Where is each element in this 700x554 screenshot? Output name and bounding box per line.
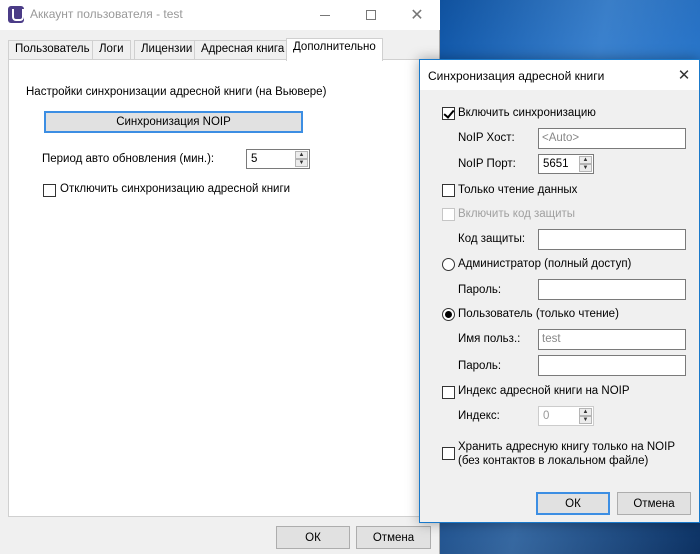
dialog-close-button[interactable]: ✕ [669,60,699,90]
code-input[interactable] [538,229,686,250]
spin-up-icon[interactable]: ▲ [579,156,592,164]
user-label: Пользователь (только чтение) [458,308,619,320]
close-icon: ✕ [677,67,691,84]
maximize-button[interactable] [348,0,394,30]
period-label: Период авто обновления (мин.): [42,153,215,165]
admin-password-input[interactable] [538,279,686,300]
enable-sync-checkbox[interactable] [442,107,455,120]
username-value: test [542,333,561,345]
close-button[interactable]: ✕ [394,0,440,30]
noip-host-placeholder: <Auto> [542,132,580,144]
user-password-input[interactable] [538,355,686,376]
minimize-button[interactable] [302,0,348,30]
disable-sync-checkbox[interactable] [43,184,56,197]
spin-down-icon[interactable]: ▼ [579,164,592,172]
noip-port-value: 5651 [543,158,569,170]
noip-host-input[interactable]: <Auto> [538,128,686,149]
store-only-noip-checkbox[interactable] [442,447,455,460]
dialog-ok-button[interactable]: ОК [536,492,610,515]
enable-code-label: Включить код защиты [458,208,576,220]
period-value: 5 [251,153,258,165]
cancel-button[interactable]: Отмена [356,526,431,549]
spin-down-icon[interactable]: ▼ [295,159,308,167]
noip-host-label: NoIP Хост: [458,132,515,144]
close-icon: ✕ [410,7,424,24]
store-only-label-line1: Хранить адресную книгу только на NOIP [458,441,675,453]
sync-settings-dialog: Синхронизация адресной книги ✕ Включить … [419,59,700,523]
dialog-cancel-button[interactable]: Отмена [617,492,691,515]
titlebar: Аккаунт пользователя - test ✕ [0,0,440,30]
noip-port-label: NoIP Порт: [458,158,516,170]
user-password-label: Пароль: [458,360,502,372]
readonly-label: Только чтение данных [458,184,578,196]
window-title: Аккаунт пользователя - test [30,7,183,21]
spin-down-icon[interactable]: ▼ [579,416,592,424]
tab-user[interactable]: Пользователь [8,40,97,60]
tab-logs[interactable]: Логи [92,40,131,60]
index-spinbox[interactable]: 0 ▲ ▼ [538,406,594,426]
code-label: Код защиты: [458,233,526,245]
username-label: Имя польз.: [458,333,521,345]
enable-code-checkbox[interactable] [442,208,455,221]
spin-up-icon[interactable]: ▲ [579,408,592,416]
index-label: Индекс: [458,410,500,422]
admin-label: Администратор (полный доступ) [458,258,632,270]
maximize-icon [366,10,376,20]
ok-button[interactable]: ОК [276,526,350,549]
readonly-checkbox[interactable] [442,184,455,197]
period-spinbox[interactable]: 5 ▲ ▼ [246,149,310,169]
admin-radio[interactable] [442,258,455,271]
user-account-window: Аккаунт пользователя - test ✕ Пользовате… [0,0,440,554]
index-on-noip-checkbox[interactable] [442,386,455,399]
username-input[interactable]: test [538,329,686,350]
spin-up-icon[interactable]: ▲ [295,151,308,159]
minimize-icon [320,14,330,16]
user-radio[interactable] [442,308,455,321]
app-icon [8,6,24,23]
tab-address-book[interactable]: Адресная книга [194,40,292,60]
sync-section-title: Настройки синхронизации адресной книги (… [26,86,327,98]
disable-sync-label: Отключить синхронизацию адресной книги [60,183,291,195]
dialog-title: Синхронизация адресной книги [428,69,605,83]
sync-noip-button[interactable]: Синхронизация NOIP [44,111,303,133]
store-only-label-line2: (без контактов в локальном файле) [458,455,649,467]
index-on-noip-label: Индекс адресной книги на NOIP [458,385,630,397]
noip-port-spinbox[interactable]: 5651 ▲ ▼ [538,154,594,174]
tab-advanced[interactable]: Дополнительно [286,38,383,61]
admin-password-label: Пароль: [458,284,502,296]
enable-sync-label: Включить синхронизацию [458,107,596,119]
tab-licenses[interactable]: Лицензии [134,40,200,60]
index-value: 0 [543,410,550,422]
dialog-titlebar: Синхронизация адресной книги ✕ [420,60,699,90]
